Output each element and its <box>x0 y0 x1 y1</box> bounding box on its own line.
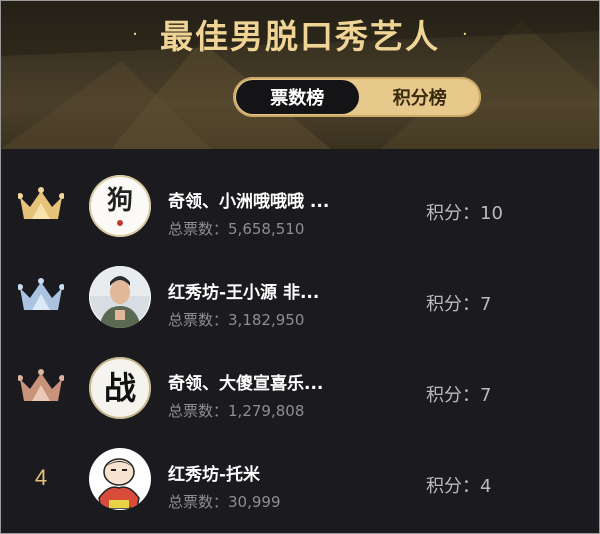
bronze-crown-icon <box>18 369 64 401</box>
votes-label: 总票数： <box>168 402 229 420</box>
calligraphy-zhan-avatar[interactable]: 战 <box>89 357 151 419</box>
ranking-row[interactable]: 红秀坊-王小源 非... 总票数：3,182,950 积分：7 <box>1 252 599 343</box>
leaderboard-panel: · 最佳男脱口秀艺人 · 票数榜 积分榜 狗 奇领、小洲哦哦哦 ... 总票数：… <box>0 0 600 534</box>
header-banner: · 最佳男脱口秀艺人 · 票数榜 积分榜 <box>1 1 599 149</box>
rank-badge: 4 <box>15 454 67 502</box>
vote-count: 总票数：30,999 <box>168 491 281 512</box>
ranking-row[interactable]: 狗 奇领、小洲哦哦哦 ... 总票数：5,658,510 积分：10 <box>1 161 599 252</box>
performer-name[interactable]: 红秀坊-托米 <box>168 460 398 485</box>
vote-count: 总票数：5,658,510 <box>168 218 304 239</box>
silver-crown-icon <box>18 278 64 310</box>
score-label: 积分： <box>426 476 480 497</box>
votes-value: 3,182,950 <box>228 311 305 329</box>
avatar-glyph-zhan: 战 <box>104 369 136 407</box>
cartoon-boy-avatar[interactable] <box>89 448 151 510</box>
score-label: 积分： <box>426 385 480 406</box>
rank-badge <box>15 272 67 320</box>
score-label: 积分： <box>426 294 480 315</box>
score-value: 10 <box>480 203 503 224</box>
votes-value: 1,279,808 <box>228 402 305 420</box>
ranking-row[interactable]: 战 奇领、大傻宣喜乐... 总票数：1,279,808 积分：7 <box>1 343 599 434</box>
man-photo-avatar[interactable] <box>89 266 151 328</box>
score-value: 7 <box>480 385 492 406</box>
gold-crown-icon <box>18 187 64 219</box>
page-title: 最佳男脱口秀艺人 <box>160 17 440 56</box>
votes-label: 总票数： <box>168 311 229 329</box>
votes-value: 5,658,510 <box>228 220 305 238</box>
score-value: 7 <box>480 294 492 315</box>
score: 积分：7 <box>426 290 491 316</box>
rank-badge <box>15 181 67 229</box>
performer-name[interactable]: 奇领、小洲哦哦哦 ... <box>168 187 398 212</box>
avatar-glyph-gou: 狗 <box>107 186 133 216</box>
title-dot-left: · <box>132 23 138 45</box>
score-label: 积分： <box>426 203 480 224</box>
votes-label: 总票数： <box>168 493 229 511</box>
calligraphy-gou-avatar[interactable]: 狗 <box>89 175 151 237</box>
tab-switcher: 票数榜 积分榜 <box>233 77 481 117</box>
ranking-list: 狗 奇领、小洲哦哦哦 ... 总票数：5,658,510 积分：10 红秀坊-王… <box>1 161 599 525</box>
score: 积分：7 <box>426 381 491 407</box>
score-value: 4 <box>480 476 492 497</box>
performer-name[interactable]: 红秀坊-王小源 非... <box>168 278 398 303</box>
rank-badge <box>15 363 67 411</box>
rank-number: 4 <box>34 465 48 490</box>
title-row: · 最佳男脱口秀艺人 · <box>1 9 599 59</box>
performer-name[interactable]: 奇领、大傻宣喜乐... <box>168 369 398 394</box>
tab-points[interactable]: 积分榜 <box>359 77 482 117</box>
score: 积分：4 <box>426 472 491 498</box>
title-dot-right: · <box>462 23 468 45</box>
ranking-row[interactable]: 4 红秀坊-托米 总票数：30,999 积分：4 <box>1 434 599 525</box>
score: 积分：10 <box>426 199 503 225</box>
vote-count: 总票数：3,182,950 <box>168 309 304 330</box>
votes-label: 总票数： <box>168 220 229 238</box>
vote-count: 总票数：1,279,808 <box>168 400 304 421</box>
votes-value: 30,999 <box>228 493 281 511</box>
tab-votes[interactable]: 票数榜 <box>236 80 359 114</box>
